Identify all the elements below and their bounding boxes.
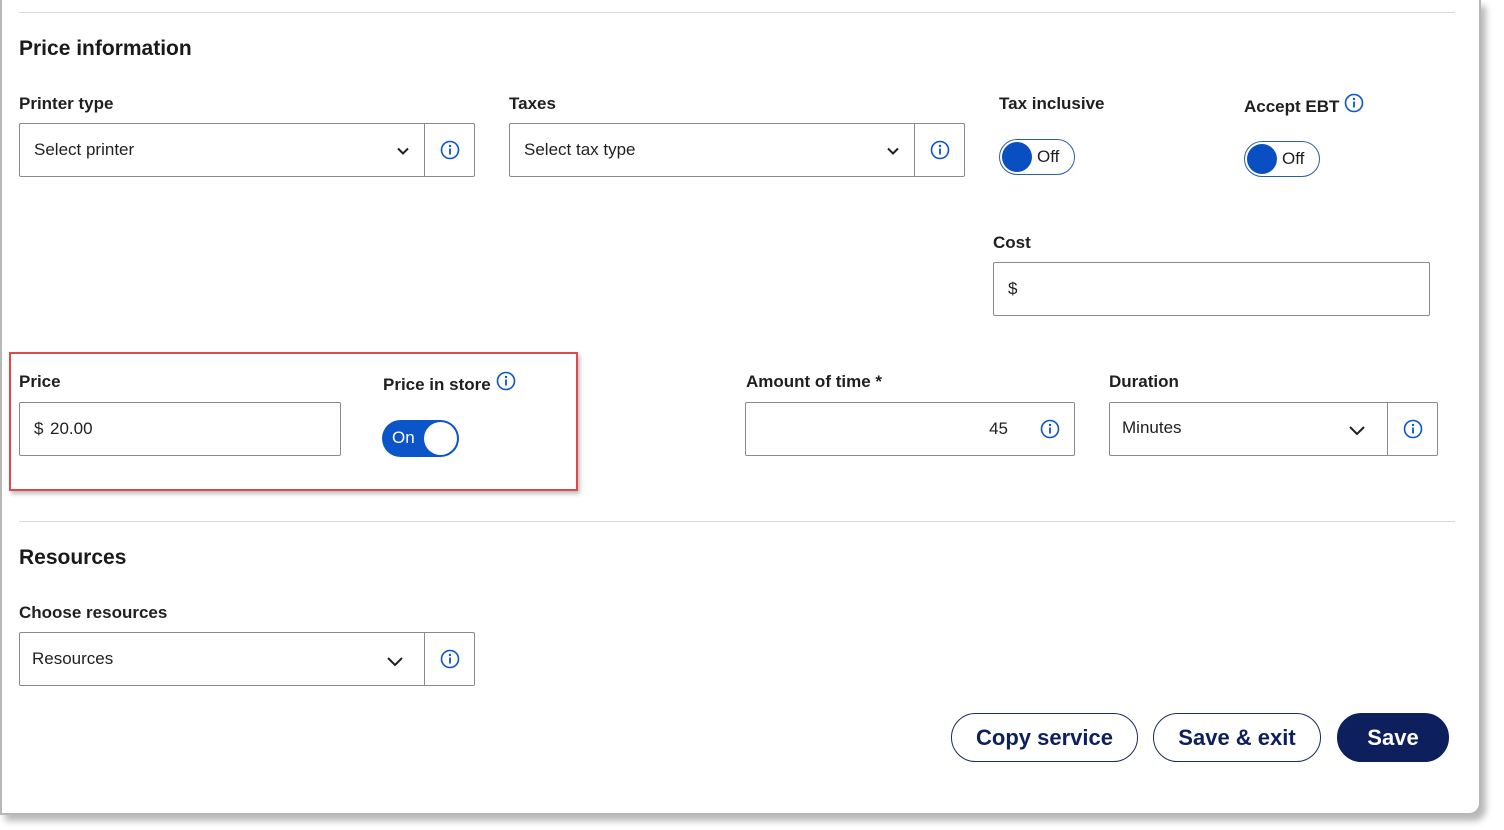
duration-select[interactable]: Minutes [1109, 402, 1438, 456]
accept-ebt-state: Off [1282, 149, 1305, 168]
chevron-down-icon [397, 147, 409, 155]
chevron-down-icon [887, 147, 899, 155]
amount-of-time-label: Amount of time * [746, 372, 882, 391]
top-divider [19, 12, 1455, 13]
duration-label: Duration [1109, 372, 1179, 391]
price-in-store-toggle[interactable]: On [382, 420, 459, 457]
amount-of-time-value: 45 [989, 419, 1008, 438]
tax-inclusive-state: Off [1037, 147, 1060, 166]
select-separator [1387, 403, 1388, 455]
select-separator [424, 124, 425, 176]
price-in-store-label: Price in store [383, 375, 491, 394]
section-title-price-information: Price information [19, 37, 192, 60]
section-title-resources: Resources [19, 546, 127, 569]
price-value: 20.00 [50, 419, 93, 438]
chevron-down-icon [387, 657, 403, 667]
printer-type-value: Select printer [34, 140, 135, 159]
info-icon[interactable] [930, 140, 950, 160]
duration-value: Minutes [1122, 418, 1182, 437]
info-icon[interactable] [1040, 419, 1060, 439]
chevron-down-icon [1349, 426, 1365, 436]
choose-resources-label: Choose resources [19, 603, 168, 622]
tax-inclusive-label: Tax inclusive [999, 94, 1105, 113]
taxes-select[interactable]: Select tax type [509, 123, 965, 177]
printer-type-select[interactable]: Select printer [19, 123, 475, 177]
printer-type-label: Printer type [19, 94, 114, 113]
toggle-knob [424, 422, 457, 455]
accept-ebt-toggle[interactable]: Off [1244, 141, 1320, 177]
info-icon[interactable] [440, 649, 460, 669]
price-in-store-state: On [392, 428, 415, 447]
accept-ebt-label: Accept EBT [1244, 97, 1340, 116]
toggle-knob [1247, 144, 1277, 174]
price-prefix: $ [34, 419, 44, 438]
taxes-label: Taxes [509, 94, 556, 113]
copy-service-button[interactable]: Copy service [951, 713, 1138, 762]
save-exit-button[interactable]: Save & exit [1153, 713, 1321, 762]
amount-of-time-input[interactable]: 45 [745, 402, 1075, 456]
taxes-value: Select tax type [524, 140, 636, 159]
resources-value: Resources [32, 649, 114, 668]
toggle-knob [1002, 142, 1032, 172]
info-icon[interactable] [1344, 93, 1364, 113]
cost-input[interactable]: $ [993, 262, 1430, 316]
save-button[interactable]: Save [1337, 713, 1449, 762]
info-icon[interactable] [496, 371, 516, 391]
tax-inclusive-toggle[interactable]: Off [999, 139, 1075, 175]
cost-prefix: $ [1008, 279, 1018, 298]
cost-label: Cost [993, 233, 1031, 252]
info-icon[interactable] [1403, 419, 1423, 439]
section-divider [19, 521, 1455, 522]
resources-select[interactable]: Resources [19, 632, 475, 686]
price-label: Price [19, 372, 61, 391]
info-icon[interactable] [440, 140, 460, 160]
select-separator [424, 633, 425, 685]
price-input[interactable]: $ 20.00 [19, 402, 341, 456]
select-separator [914, 124, 915, 176]
